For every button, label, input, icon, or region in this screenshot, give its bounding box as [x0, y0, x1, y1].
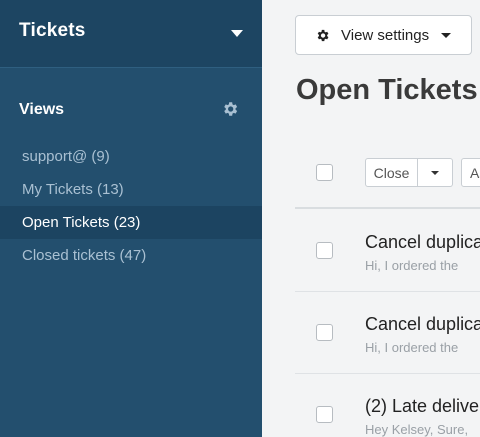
sidebar-item-closed-tickets[interactable]: Closed tickets (47) — [0, 239, 262, 272]
select-all-checkbox[interactable] — [316, 164, 333, 181]
chevron-down-icon[interactable] — [231, 30, 243, 37]
page-title: Open Tickets — [296, 74, 478, 106]
chevron-down-icon — [431, 170, 439, 175]
main-content: View settings Open Tickets Close Assign … — [262, 0, 480, 437]
sidebar-header[interactable]: Tickets — [0, 0, 262, 68]
sidebar: Tickets Views support@ (9) My Tickets (1… — [0, 0, 262, 437]
bulk-actions-toolbar: Close Assign — [295, 145, 480, 207]
sidebar-item-label: support@ (9) — [22, 148, 110, 165]
row-checkbox[interactable] — [316, 324, 333, 341]
close-button-label: Close — [373, 164, 410, 181]
table-header-divider — [295, 207, 480, 209]
ticket-subject[interactable]: Cancel duplicate order — [365, 232, 480, 253]
sidebar-item-my-tickets[interactable]: My Tickets (13) — [0, 173, 262, 206]
row-checkbox[interactable] — [316, 406, 333, 423]
sidebar-title: Tickets — [19, 20, 86, 41]
table-row[interactable]: Cancel duplicate order Hi, I ordered the — [295, 210, 480, 292]
ticket-subject[interactable]: (2) Late delivery — [365, 396, 480, 417]
view-settings-button[interactable]: View settings — [295, 15, 472, 55]
table-row[interactable]: Cancel duplicate order Hi, I ordered the — [295, 292, 480, 374]
sidebar-item-label: Closed tickets (47) — [22, 247, 147, 264]
table-row[interactable]: (2) Late delivery Hey Kelsey, Sure, — [295, 374, 480, 437]
sidebar-item-open-tickets[interactable]: Open Tickets (23) — [0, 206, 262, 239]
gear-icon — [317, 29, 329, 41]
ticket-preview: Hi, I ordered the — [365, 258, 459, 273]
sidebar-item-support[interactable]: support@ (9) — [0, 140, 262, 173]
assign-button-label: Assign — [470, 164, 480, 181]
ticket-preview: Hey Kelsey, Sure, — [365, 422, 469, 437]
close-button[interactable]: Close — [365, 158, 418, 187]
assign-button[interactable]: Assign — [461, 158, 480, 187]
sidebar-item-label: My Tickets (13) — [22, 181, 124, 198]
ticket-subject[interactable]: Cancel duplicate order — [365, 314, 480, 335]
gear-icon[interactable] — [221, 100, 239, 118]
views-heading: Views — [19, 101, 65, 118]
views-list: support@ (9) My Tickets (13) Open Ticket… — [0, 140, 262, 272]
row-checkbox[interactable] — [316, 242, 333, 259]
ticket-preview: Hi, I ordered the — [365, 340, 459, 355]
sidebar-item-label: Open Tickets (23) — [22, 214, 141, 231]
view-settings-label: View settings — [341, 26, 430, 44]
chevron-down-icon — [441, 32, 452, 38]
close-dropdown-button[interactable] — [418, 158, 453, 187]
